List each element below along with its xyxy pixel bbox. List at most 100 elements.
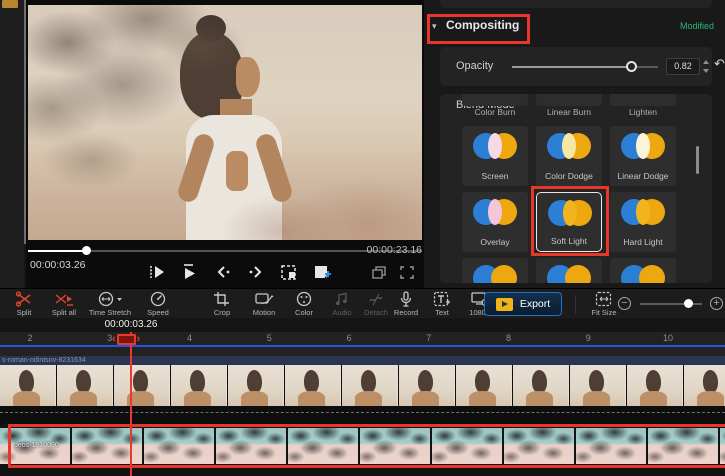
media-panel-edge [0,0,24,288]
blend-tile-color-dodge[interactable]: Color Dodge [536,126,602,186]
blend-tile-soft-light-selected[interactable]: Soft Light [536,192,602,252]
blend-tile-screen[interactable]: Screen [462,126,528,186]
blend-tile-partial[interactable] [610,258,676,283]
snapshot-button[interactable] [278,261,300,283]
modified-badge: Modified [654,21,714,31]
opacity-value[interactable]: 0.82 [666,58,700,75]
split-all-button[interactable]: Split all [42,291,86,319]
opacity-stepper[interactable] [702,58,710,75]
blend-tile-partial[interactable] [610,94,676,106]
fullscreen-icon[interactable] [400,266,414,284]
overlay-clip-thumbnail [432,428,502,464]
opacity-slider-track[interactable] [512,66,632,68]
speed-label: Speed [147,308,169,317]
video-track-header[interactable]: s-roman-odintsov-8231634 [0,356,725,365]
timeline-blue-line [0,345,725,347]
motion-button[interactable]: Motion [242,291,286,319]
overlay-clip-thumbnail [720,428,725,464]
video-clip-thumbnail [342,365,398,406]
preview-area: 00:00:03.26 00:00:23.16 [26,0,424,288]
video-clip-name: s-roman-odintsov-8231634 [2,356,86,365]
video-clip-thumbnail [513,365,569,406]
split-button[interactable]: Split [2,291,46,319]
video-clip-thumbnail [399,365,455,406]
record-label: Record [394,308,418,317]
ruler-number: 10 [663,333,673,343]
overlay-clip-thumbnail [216,428,286,464]
overlay-clip-name: deos-1510090 [14,442,59,449]
overlay-clip-thumbnail [144,428,214,464]
opacity-slider-handle[interactable] [626,61,637,72]
preview-progress-handle[interactable] [82,246,91,255]
add-to-media-button[interactable] [311,261,333,283]
compositing-panel: ▾ Compositing Modified Opacity 0.82 ↶ Bl… [424,0,725,288]
timeline-zoom-out-icon[interactable]: − [618,297,631,310]
overlay-clip-thumbnail [288,428,358,464]
time-stretch-button[interactable]: Time Stretch [82,291,138,319]
ruler-number: 6 [346,333,351,343]
blend-tile-label: Color Dodge [536,171,602,181]
blend-tile-partial[interactable] [462,258,528,283]
audio-label: Audio [332,308,351,317]
blend-tile-label: Screen [462,171,528,181]
media-thumbnail-icon[interactable] [2,0,18,8]
opacity-card: Opacity 0.82 ↶ [440,47,712,86]
reset-opacity-icon[interactable]: ↶ [714,56,725,72]
blend-tile-hard-light[interactable]: Hard Light [610,192,676,252]
toolbar: Split Split all Time Stretch Speed Crop … [0,288,725,318]
video-clip-thumbnail [285,365,341,406]
toolbar-divider [575,295,576,314]
current-time: 00:00:03.26 [30,259,85,271]
blend-tile-partial[interactable] [536,258,602,283]
timeline-ruler[interactable]: 2345678910 [0,332,725,356]
panel-title: Compositing [446,18,519,32]
overlay-clip-thumbnail [648,428,718,464]
preview-progress-fill [28,250,86,252]
blend-tile-label: Linear Dodge [610,171,676,181]
video-track-clip[interactable] [0,365,725,406]
timeline-zoom-handle[interactable] [684,299,693,308]
blend-label-lighten[interactable]: Lighten [610,107,676,117]
playhead-handle[interactable]: ‹ › [112,333,140,345]
fit-size-label: Fit Size [591,308,616,317]
video-clip-thumbnail [114,365,170,406]
video-viewport[interactable] [28,5,422,240]
playhead-line[interactable] [130,332,132,476]
blend-tile-partial[interactable] [462,94,528,106]
playhead-right-chevron-icon: › [137,333,141,345]
text-label: Text [435,308,449,317]
step-forward-button[interactable] [245,261,267,283]
blend-tile-linear-dodge[interactable]: Linear Dodge [610,126,676,186]
step-back-button[interactable] [212,261,234,283]
track-separator-dashes [0,412,725,413]
overlay-clip-thumbnail [360,428,430,464]
export-button[interactable]: Export [484,292,562,316]
video-clip-thumbnail [570,365,626,406]
blend-tile-overlay[interactable]: Overlay [462,192,528,252]
crop-label: Crop [214,308,230,317]
play-from-marker-button[interactable] [146,261,168,283]
color-label: Color [295,308,313,317]
playhead-timecode: 00:00:03.26 [105,319,158,330]
video-clip-thumbnail [228,365,284,406]
ruler-number: 4 [187,333,192,343]
stepper-down-icon[interactable] [703,69,709,73]
video-clip-thumbnail [171,365,227,406]
playhead-left-chevron-icon: ‹ [112,333,116,345]
blend-label-linear-burn[interactable]: Linear Burn [536,107,602,117]
pop-out-player-icon[interactable] [372,266,386,284]
motion-label: Motion [253,308,276,317]
blend-tile-partial[interactable] [536,94,602,106]
playhead-grip [117,334,136,345]
overlay-track-clip[interactable]: deos-1510090 [0,424,725,468]
speed-button[interactable]: Speed [136,291,180,319]
stepper-up-icon[interactable] [703,60,709,64]
timeline-zoom-in-icon[interactable]: + [710,297,723,310]
crop-button[interactable]: Crop [200,291,244,319]
play-button[interactable] [179,261,201,283]
playback-controls [146,258,336,286]
collapse-caret-icon[interactable]: ▾ [432,21,437,32]
blend-label-color-burn[interactable]: Color Burn [462,107,528,117]
blend-tile-label: Soft Light [537,236,601,246]
blend-scrollbar[interactable] [696,146,699,174]
